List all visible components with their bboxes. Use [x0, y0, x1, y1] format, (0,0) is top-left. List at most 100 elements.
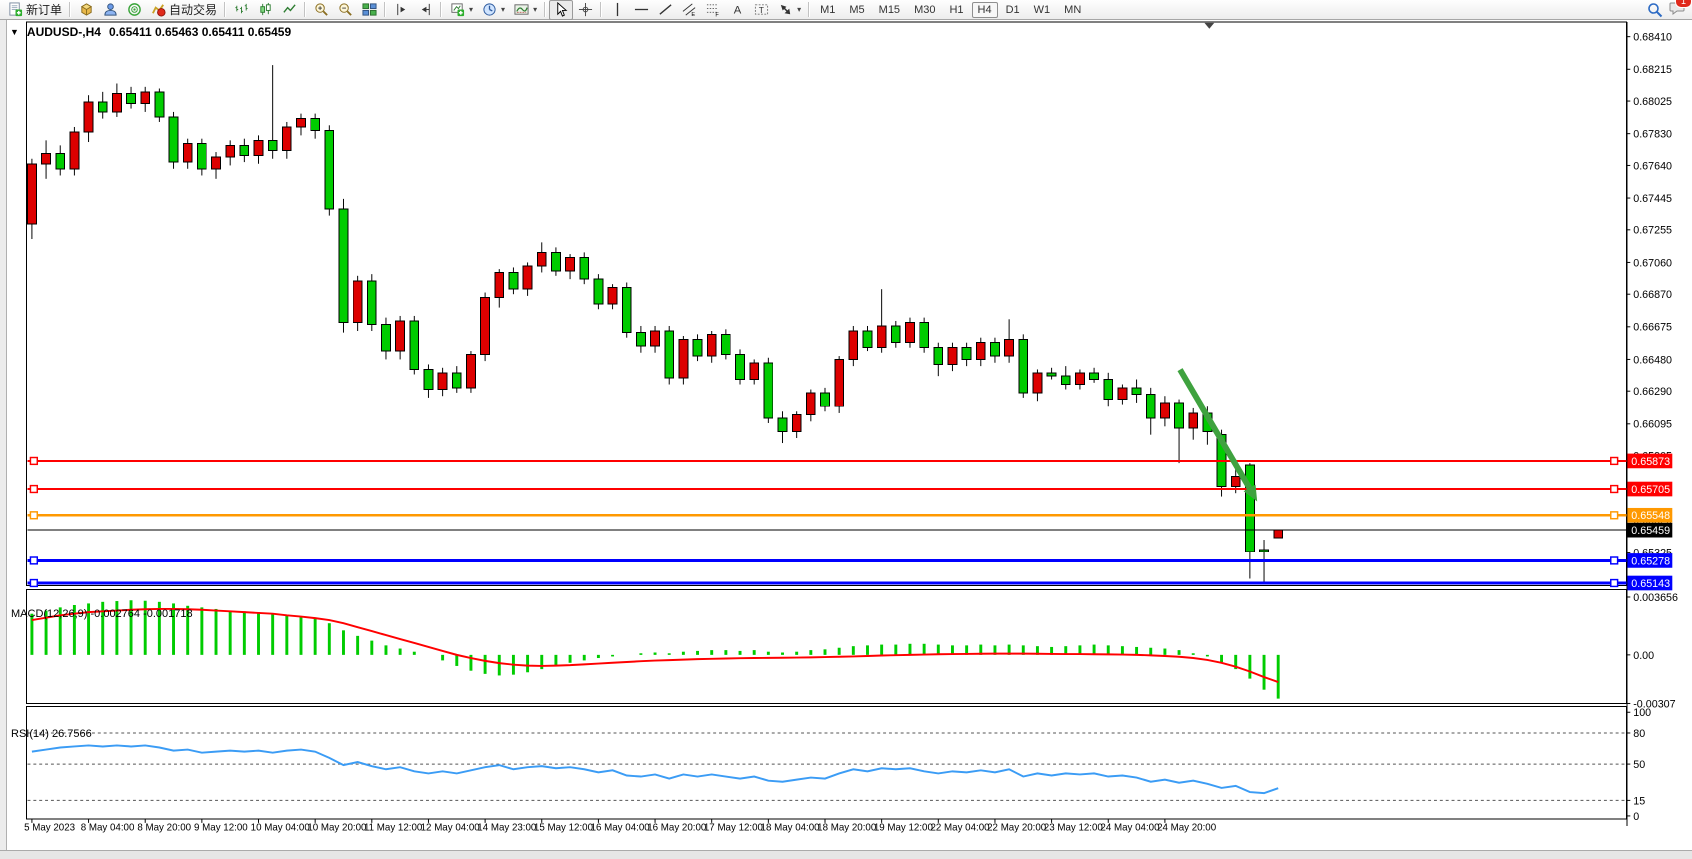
svg-text:0.67060: 0.67060 — [1633, 257, 1672, 269]
svg-text:0.65459: 0.65459 — [1631, 525, 1670, 537]
timeframe-M30[interactable]: M30 — [908, 2, 941, 18]
timeframe-MN[interactable]: MN — [1058, 2, 1087, 18]
svg-text:0.67255: 0.67255 — [1633, 225, 1672, 237]
line-chart-icon — [281, 2, 297, 18]
horizontal-line-button[interactable] — [629, 0, 653, 20]
svg-text:17 May 12:00: 17 May 12:00 — [704, 823, 764, 834]
auto-trading-label: 自动交易 — [169, 1, 217, 18]
rsi-value: 26.7566 — [52, 728, 92, 740]
svg-text:0.65548: 0.65548 — [1631, 510, 1670, 522]
timeframe-W1[interactable]: W1 — [1028, 2, 1057, 18]
rsi-name: RSI(14) — [11, 728, 49, 740]
mt4-window: 新订单 自动交易 — [0, 0, 1692, 859]
zoom-in-button[interactable] — [309, 0, 333, 20]
line-chart-button[interactable] — [277, 0, 301, 20]
macd-label: MACD(12,26,9) -0.002764 -0.001718 — [11, 608, 193, 620]
vertical-line-button[interactable] — [605, 0, 629, 20]
text-label-button[interactable]: T — [749, 0, 773, 20]
svg-text:5 May 2023: 5 May 2023 — [24, 823, 75, 834]
svg-text:9 May 12:00: 9 May 12:00 — [194, 823, 248, 834]
candlestick-button[interactable] — [253, 0, 277, 20]
timeframe-D1[interactable]: D1 — [1000, 2, 1026, 18]
line-handle[interactable] — [30, 458, 37, 465]
svg-text:0.65278: 0.65278 — [1631, 555, 1670, 567]
toolbar-separator — [440, 2, 442, 17]
cursor-button[interactable] — [549, 0, 573, 20]
cursor-icon — [553, 2, 569, 18]
new-chart-button[interactable]: ▾ — [445, 0, 477, 20]
svg-text:50: 50 — [1633, 759, 1645, 771]
timeframe-M5[interactable]: M5 — [843, 2, 870, 18]
dropdown-caret: ▾ — [533, 5, 537, 14]
auto-trading-button[interactable]: 自动交易 — [146, 0, 221, 20]
new-order-button[interactable]: 新订单 — [3, 0, 66, 20]
new-order-label: 新订单 — [26, 1, 62, 18]
crosshair-button[interactable] — [573, 0, 597, 20]
indicators-button[interactable]: ▾ — [509, 0, 541, 20]
crosshair-icon — [577, 2, 593, 18]
bar-chart-button[interactable] — [229, 0, 253, 20]
channel-button[interactable]: E — [677, 0, 701, 20]
line-handle[interactable] — [30, 580, 37, 587]
market-watch-button[interactable] — [74, 0, 98, 20]
svg-text:100: 100 — [1633, 707, 1651, 719]
chat-button[interactable]: 1 — [1669, 0, 1686, 19]
svg-text:11 May 12:00: 11 May 12:00 — [364, 823, 423, 834]
line-handle[interactable] — [1611, 557, 1618, 564]
svg-text:22 May 20:00: 22 May 20:00 — [987, 823, 1047, 834]
svg-text:24 May 20:00: 24 May 20:00 — [1157, 823, 1217, 834]
macd-values: -0.002764 -0.001718 — [90, 608, 192, 620]
svg-text:15: 15 — [1633, 795, 1645, 807]
svg-text:19 May 12:00: 19 May 12:00 — [874, 823, 934, 834]
window-bottom-edge — [0, 850, 1692, 859]
svg-text:T: T — [758, 5, 763, 15]
toolbar-separator — [600, 2, 602, 17]
svg-text:8 May 04:00: 8 May 04:00 — [81, 823, 135, 834]
svg-text:0.68025: 0.68025 — [1633, 96, 1672, 108]
line-handle[interactable] — [30, 512, 37, 519]
svg-text:24 May 04:00: 24 May 04:00 — [1100, 823, 1160, 834]
chart-canvas[interactable]: 0.684100.682150.680250.678300.676400.674… — [0, 20, 1692, 859]
search-icon[interactable] — [1647, 2, 1663, 18]
svg-text:0.65705: 0.65705 — [1631, 484, 1670, 496]
chart-shift-button[interactable] — [389, 0, 413, 20]
auto-scroll-button[interactable] — [413, 0, 437, 20]
line-handle[interactable] — [30, 557, 37, 564]
time-axis[interactable]: 5 May 20238 May 04:008 May 20:009 May 12… — [24, 819, 1217, 834]
timeframe-M1[interactable]: M1 — [814, 2, 841, 18]
periods-button[interactable]: ▾ — [477, 0, 509, 20]
dropdown-caret: ▾ — [501, 5, 505, 14]
text-button[interactable]: A — [725, 0, 749, 20]
toolbar: 新订单 自动交易 — [0, 0, 1692, 20]
data-window-button[interactable] — [98, 0, 122, 20]
notification-badge: 1 — [1675, 0, 1692, 8]
new-order-icon — [7, 2, 23, 18]
zoom-out-button[interactable] — [333, 0, 357, 20]
trendline-icon — [657, 2, 673, 18]
svg-text:F: F — [715, 13, 719, 17]
tile-windows-button[interactable] — [357, 0, 381, 20]
navigator-button[interactable] — [122, 0, 146, 20]
one-click-trading-toggle[interactable]: ▼ — [10, 27, 19, 37]
symbol-period: AUDUSD-,H4 — [27, 25, 101, 39]
rsi-label: RSI(14) 26.7566 — [11, 728, 92, 740]
timeframe-H1[interactable]: H1 — [943, 2, 969, 18]
svg-text:22 May 04:00: 22 May 04:00 — [930, 823, 990, 834]
timeframe-M15[interactable]: M15 — [873, 2, 906, 18]
dropdown-caret: ▾ — [797, 5, 801, 14]
svg-text:18 May 20:00: 18 May 20:00 — [817, 823, 877, 834]
line-handle[interactable] — [1611, 458, 1618, 465]
svg-text:16 May 20:00: 16 May 20:00 — [647, 823, 707, 834]
line-handle[interactable] — [1611, 486, 1618, 493]
svg-text:0.68215: 0.68215 — [1633, 64, 1672, 76]
line-handle[interactable] — [1611, 580, 1618, 587]
text-icon: A — [729, 2, 745, 18]
timeframe-H4[interactable]: H4 — [972, 2, 998, 18]
fibonacci-button[interactable]: F — [701, 0, 725, 20]
toolbar-separator — [544, 2, 546, 17]
trendline-button[interactable] — [653, 0, 677, 20]
line-handle[interactable] — [1611, 512, 1618, 519]
arrows-button[interactable]: ▾ — [773, 0, 805, 20]
svg-text:A: A — [733, 4, 741, 16]
line-handle[interactable] — [30, 486, 37, 493]
